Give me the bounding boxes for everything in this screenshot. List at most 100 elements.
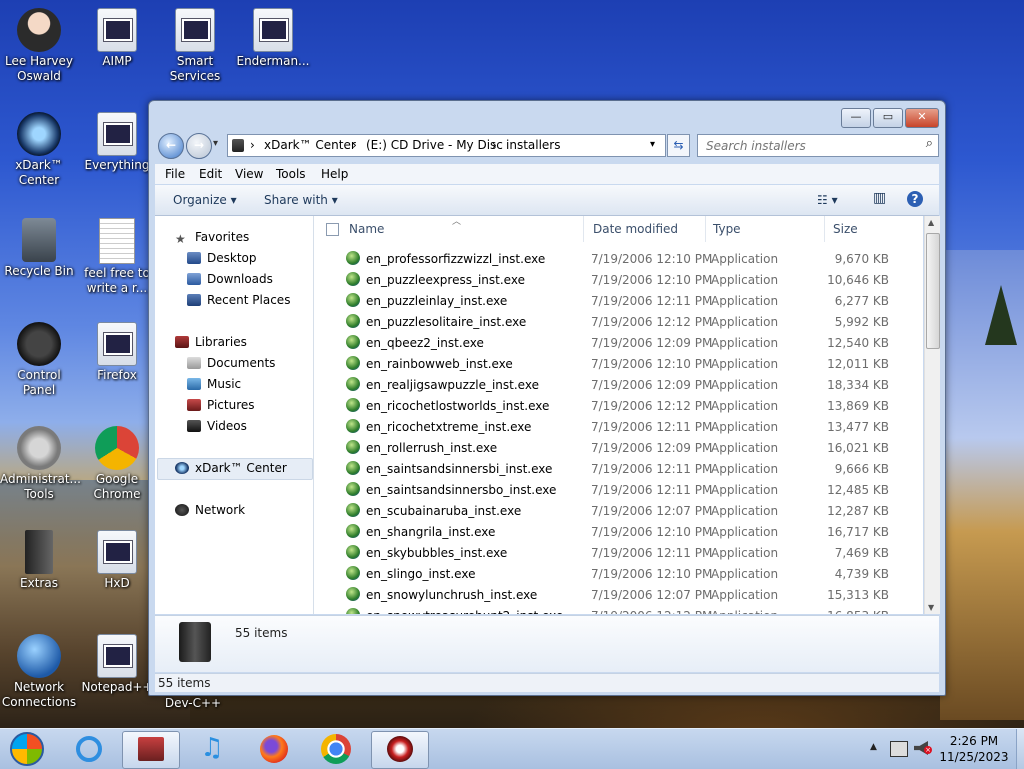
desktop-icon-label: Everything (84, 158, 150, 172)
column-header-date[interactable]: Date modified (593, 222, 678, 236)
file-row[interactable]: en_qbeez2_inst.exe 7/19/2006 12:09 PM Appl… (314, 332, 923, 353)
maximize-button[interactable]: ▭ (873, 108, 903, 128)
desktop-icon-smart-services[interactable]: Smart Services (156, 8, 234, 84)
desktop-icon-text-file[interactable]: feel free to write a r... (78, 218, 156, 296)
recent-pages-button[interactable]: ▾ (213, 138, 218, 149)
desktop-icon-label: Firefox (97, 368, 137, 382)
desktop-icon-hxd[interactable]: HxD (78, 530, 156, 591)
show-desktop-button[interactable] (1016, 729, 1024, 769)
file-type: Application (711, 504, 779, 518)
file-row[interactable]: en_slingo_inst.exe 7/19/2006 12:10 PM Appl… (314, 563, 923, 584)
desktop-icon-network-connections[interactable]: Network Connections (0, 634, 78, 710)
start-button[interactable] (4, 731, 50, 767)
menu-edit[interactable]: Edit (199, 167, 222, 181)
nav-documents[interactable]: Documents (187, 356, 275, 370)
file-row[interactable]: en_rainbowweb_inst.exe 7/19/2006 12:10 PM… (314, 353, 923, 374)
change-view-button[interactable]: ☷ ▾ (817, 193, 838, 207)
address-segment-drive[interactable]: (E:) CD Drive - My Disc (366, 138, 503, 152)
minimize-button[interactable]: — (841, 108, 871, 128)
scroll-up-icon[interactable]: ▲ (928, 218, 934, 227)
address-separator[interactable]: › (492, 138, 497, 152)
column-header-size[interactable]: Size (833, 222, 858, 236)
nav-downloads[interactable]: Downloads (187, 272, 273, 286)
file-row[interactable]: en_puzzlesolitaire_inst.exe 7/19/2006 12:… (314, 311, 923, 332)
scroll-down-icon[interactable]: ▼ (928, 603, 934, 612)
file-row[interactable]: en_snowylunchrush_inst.exe 7/19/2006 12:0… (314, 584, 923, 605)
column-header-type[interactable]: Type (713, 222, 741, 236)
chevron-down-icon[interactable]: ▾ (650, 139, 655, 150)
file-row[interactable]: en_saintsandsinnersbo_inst.exe 7/19/2006 … (314, 479, 923, 500)
file-row[interactable]: en_puzzleexpress_inst.exe 7/19/2006 12:10… (314, 269, 923, 290)
menu-tools[interactable]: Tools (276, 167, 306, 181)
taskbar-chrome[interactable] (311, 731, 361, 767)
share-with-button[interactable]: Share with ▾ (264, 193, 338, 207)
close-button[interactable]: ✕ (905, 108, 939, 128)
address-segment-computer[interactable]: xDark™ Center (264, 138, 356, 152)
back-button[interactable]: ← (158, 133, 184, 159)
desktop-icon-control-panel[interactable]: Control Panel (0, 322, 78, 398)
forward-button[interactable]: → (186, 133, 212, 159)
nav-computer[interactable]: xDark™ Center (175, 461, 287, 475)
file-row[interactable]: en_rollerrush_inst.exe 7/19/2006 12:09 PM… (314, 437, 923, 458)
taskbar-explorer[interactable] (122, 731, 180, 769)
menu-help[interactable]: Help (321, 167, 348, 181)
file-row[interactable]: en_snowytreasurehunt2_inst.exe 7/19/2006 … (314, 605, 923, 614)
desktop-icon-firefox[interactable]: Firefox (78, 322, 156, 383)
file-row[interactable]: en_saintsandsinnersbi_inst.exe 7/19/2006 … (314, 458, 923, 479)
nav-music[interactable]: Music (187, 377, 241, 391)
search-icon[interactable]: ⌕ (926, 136, 933, 151)
search-box[interactable]: ⌕ (697, 134, 939, 157)
desktop-icon-lee-harvey-oswald[interactable]: Lee Harvey Oswald (0, 8, 78, 84)
refresh-button[interactable]: ⇆ (667, 134, 690, 157)
address-bar[interactable]: › xDark™ Center › (E:) CD Drive - My Dis… (227, 134, 666, 157)
file-row[interactable]: en_skybubbles_inst.exe 7/19/2006 12:11 PM… (314, 542, 923, 563)
select-all-checkbox[interactable] (326, 223, 339, 236)
desktop-icon-extras[interactable]: Extras (0, 530, 78, 591)
desktop-icon-xdark-center[interactable]: xDark™ Center (0, 112, 78, 188)
taskbar-internet-explorer[interactable] (64, 731, 114, 767)
network-tray-icon[interactable] (890, 741, 908, 757)
file-row[interactable]: en_scubainaruba_inst.exe 7/19/2006 12:07 … (314, 500, 923, 521)
desktop-icon-everything[interactable]: Everything (78, 112, 156, 173)
nav-label: xDark™ Center (195, 461, 287, 475)
nav-network[interactable]: Network (175, 503, 245, 517)
column-header-name[interactable]: Name (349, 222, 384, 236)
file-row[interactable]: en_ricochetxtreme_inst.exe 7/19/2006 12:1… (314, 416, 923, 437)
desktop-icon-dev-cpp[interactable]: Dev-C++ (154, 696, 232, 711)
vertical-scrollbar[interactable]: ▲ ▼ (924, 216, 940, 614)
address-separator[interactable]: › (352, 138, 357, 152)
file-row[interactable]: en_ricochetlostworlds_inst.exe 7/19/2006 … (314, 395, 923, 416)
nav-videos[interactable]: Videos (187, 419, 247, 433)
desktop-icon-google-chrome[interactable]: Google Chrome (78, 426, 156, 502)
taskbar-firefox[interactable] (249, 731, 299, 767)
scrollbar-thumb[interactable] (926, 233, 940, 349)
file-row[interactable]: en_realjigsawpuzzle_inst.exe 7/19/2006 12… (314, 374, 923, 395)
address-segment-folder[interactable]: installers (506, 138, 561, 152)
system-clock[interactable]: 2:26 PM 11/25/2023 (934, 733, 1014, 765)
desktop-icon-enderman[interactable]: Enderman... (234, 8, 312, 69)
address-separator[interactable]: › (250, 138, 255, 152)
file-row[interactable]: en_shangrila_inst.exe 7/19/2006 12:10 PM A… (314, 521, 923, 542)
nav-label: Pictures (207, 398, 255, 412)
show-hidden-icons-button[interactable]: ▲ (870, 742, 877, 752)
desktop-icon-notepad-plus-plus[interactable]: Notepad++ (78, 634, 156, 695)
internet-explorer-icon (76, 736, 102, 762)
taskbar-delphi[interactable] (371, 731, 429, 769)
nav-pictures[interactable]: Pictures (187, 398, 255, 412)
search-input[interactable] (704, 137, 908, 155)
desktop-icon-administrative-tools[interactable]: Administrat... Tools (0, 426, 81, 502)
menu-file[interactable]: File (165, 167, 185, 181)
nav-libraries[interactable]: Libraries (175, 335, 247, 349)
file-row[interactable]: en_professorfizzwizzl_inst.exe 7/19/2006 … (314, 248, 923, 269)
organize-button[interactable]: Organize ▾ (173, 193, 237, 207)
menu-view[interactable]: View (235, 167, 263, 181)
desktop-icon-aimp[interactable]: AIMP (78, 8, 156, 69)
preview-pane-button[interactable]: ▥ (873, 190, 886, 206)
desktop-icon-recycle-bin[interactable]: Recycle Bin (0, 218, 78, 279)
taskbar-media-player[interactable]: ♫ (187, 731, 237, 767)
help-button[interactable]: ? (907, 191, 923, 207)
nav-favorites[interactable]: ★ Favorites (175, 230, 249, 246)
nav-recent-places[interactable]: Recent Places (187, 293, 290, 307)
nav-desktop[interactable]: Desktop (187, 251, 257, 265)
file-row[interactable]: en_puzzleinlay_inst.exe 7/19/2006 12:11 P… (314, 290, 923, 311)
